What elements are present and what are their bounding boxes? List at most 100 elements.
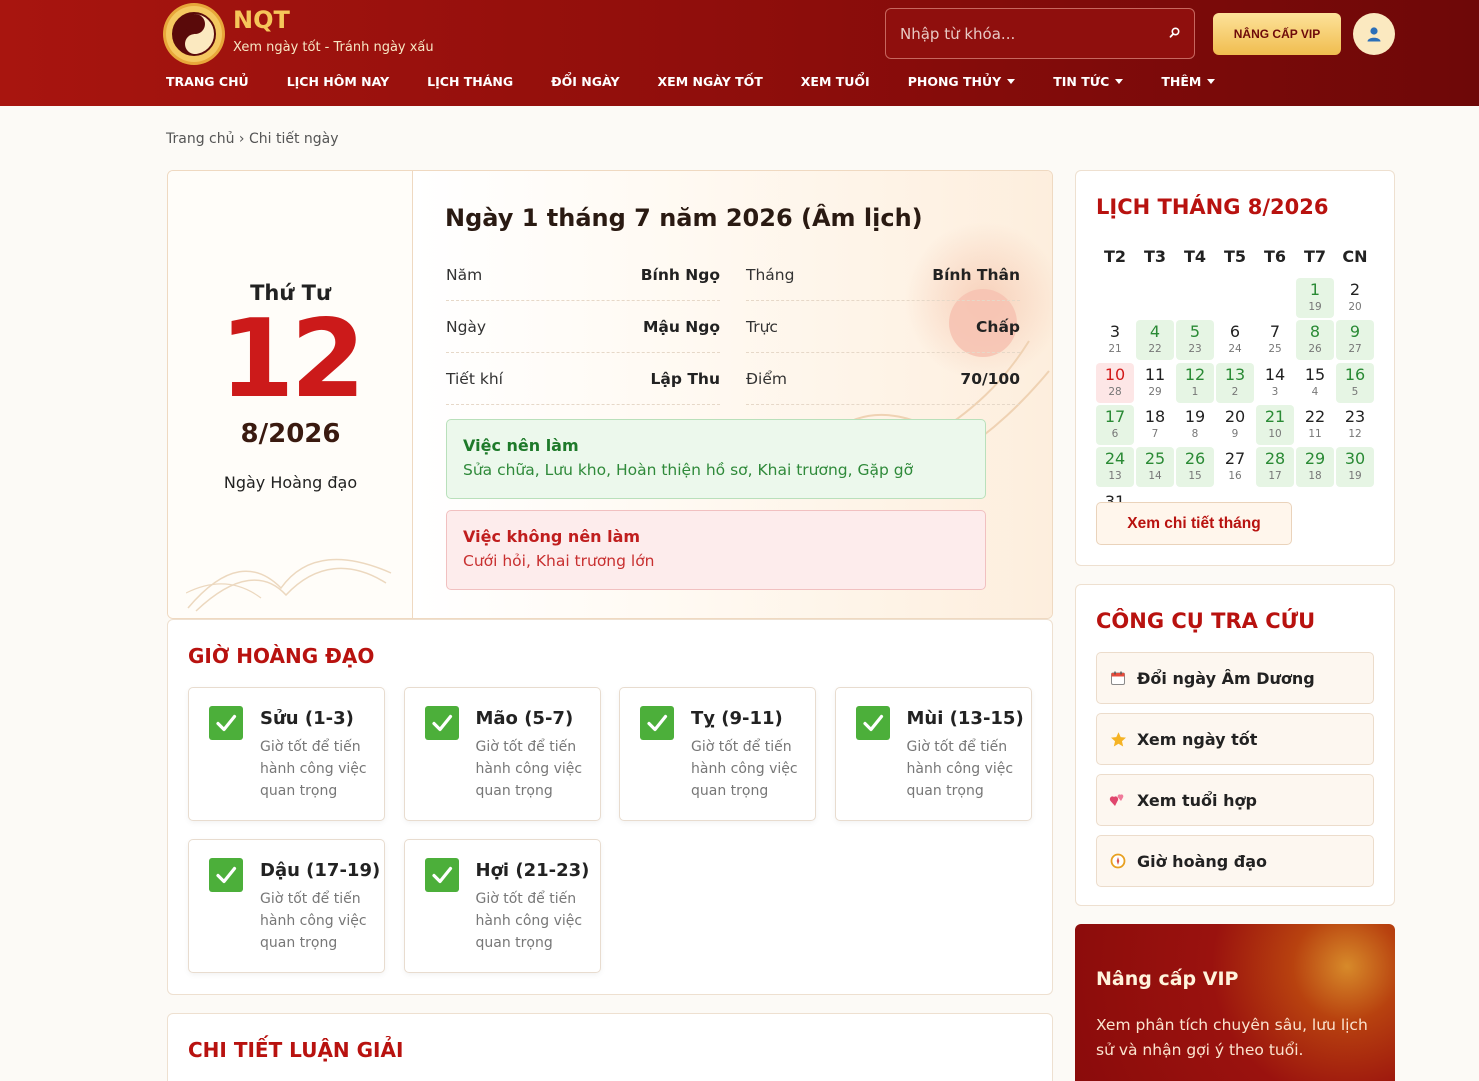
calendar-lunar-day: 24 <box>1228 343 1242 356</box>
calendar-day-number: 27 <box>1224 449 1246 469</box>
hour-description: Giờ tốt để tiến hành công việc quan trọn… <box>260 891 367 951</box>
calendar-day[interactable]: 8 26 <box>1296 320 1334 361</box>
calendar-lunar-day: 15 <box>1188 470 1202 483</box>
detail-analysis-title: CHI TIẾT LUẬN GIẢI <box>188 1038 404 1062</box>
bad-activities-text: Cưới hỏi, Khai trương lớn <box>463 552 655 570</box>
calendar-day[interactable]: 5 23 <box>1176 320 1214 361</box>
nav-item-label: XEM NGÀY TỐT <box>657 74 763 89</box>
golden-hour-tile: Tỵ (9-11) Giờ tốt để tiến hành công việc … <box>619 687 816 821</box>
calendar-icon <box>1109 669 1127 687</box>
calendar-day[interactable]: 29 18 <box>1296 447 1334 488</box>
tool-item[interactable]: Đổi ngày Âm Dương <box>1096 652 1374 704</box>
calendar-day[interactable]: 25 14 <box>1136 447 1174 488</box>
hour-description: Giờ tốt để tiến hành công việc quan trọn… <box>906 739 1014 799</box>
site-header: NQT Xem ngày tốt - Tránh ngày xấu NÂNG C… <box>0 0 1479 106</box>
calendar-day[interactable]: 3 21 <box>1096 320 1134 360</box>
calendar-day[interactable]: 2 20 <box>1336 278 1374 318</box>
tool-item[interactable]: Giờ hoàng đạo <box>1096 835 1374 887</box>
info-row: Ngày Mậu Ngọ <box>446 301 720 353</box>
calendar-lunar-day: 26 <box>1308 343 1322 356</box>
nav-item[interactable]: LỊCH THÁNG <box>427 74 513 89</box>
info-row: Tiết khí Lập Thu <box>446 353 720 405</box>
calendar-day[interactable]: 24 13 <box>1096 447 1134 488</box>
calendar-day[interactable]: 14 3 <box>1256 363 1294 403</box>
nav-item[interactable]: PHONG THỦY <box>908 74 1016 89</box>
nav-item[interactable]: THÊM <box>1161 74 1216 89</box>
nav-item[interactable]: XEM NGÀY TỐT <box>658 74 763 89</box>
calendar-day[interactable]: 11 29 <box>1136 363 1174 403</box>
calendar-day[interactable]: 4 22 <box>1136 320 1174 361</box>
nav-item[interactable]: ĐỔI NGÀY <box>551 74 619 89</box>
breadcrumb[interactable]: Trang chủ › Chi tiết ngày <box>166 131 339 147</box>
calendar-day[interactable]: 9 27 <box>1336 320 1374 361</box>
calendar-weekday-header: T2 <box>1103 247 1127 266</box>
info-row: Trực Chấp <box>746 301 1020 353</box>
nav-item-label: TRANG CHỦ <box>166 74 249 89</box>
golden-hour-tile: Dậu (17-19) Giờ tốt để tiến hành công việ… <box>188 839 385 973</box>
nav-item-label: LỊCH HÔM NAY <box>286 74 390 89</box>
calendar-lunar-day: 8 <box>1191 427 1199 440</box>
calendar-day-number: 20 <box>1224 406 1246 426</box>
calendar-lunar-day: 28 <box>1108 385 1122 398</box>
calendar-day[interactable]: 17 6 <box>1096 404 1134 445</box>
calendar-lunar-day: 19 <box>1348 470 1362 483</box>
calendar-day-number: 7 <box>1269 322 1281 342</box>
logo[interactable] <box>166 6 222 62</box>
search-input[interactable] <box>900 21 1150 47</box>
user-icon <box>1367 27 1381 42</box>
calendar-day-number: 2 <box>1349 280 1361 299</box>
calendar-lunar-day: 4 <box>1311 385 1319 398</box>
upgrade-vip-button[interactable]: NÂNG CẤP VIP <box>1213 13 1341 55</box>
nav-item[interactable]: XEM TUỔI <box>801 74 870 89</box>
calendar-day[interactable]: 28 17 <box>1256 447 1294 488</box>
view-month-detail-button[interactable]: Xem chi tiết tháng <box>1096 502 1292 545</box>
calendar-lunar-day: 21 <box>1108 343 1122 356</box>
calendar-weekday-header: T6 <box>1263 247 1287 266</box>
nav-item[interactable]: TIN TỨC <box>1053 74 1124 89</box>
month-year-label: 8/2026 <box>240 419 341 449</box>
compass-icon <box>1109 852 1127 870</box>
calendar-day[interactable]: 16 5 <box>1336 362 1374 403</box>
calendar-day[interactable]: 10 28 <box>1096 362 1134 403</box>
calendar-day[interactable]: 15 4 <box>1296 363 1334 403</box>
calendar-day[interactable]: 26 15 <box>1176 447 1214 488</box>
calendar-day[interactable]: 30 19 <box>1336 447 1374 488</box>
yin-yang-icon <box>172 12 216 56</box>
vip-promo-card[interactable]: Nâng cấp VIP Xem phân tích chuyên sâu, l… <box>1075 924 1395 1081</box>
search-icon[interactable] <box>1168 26 1182 40</box>
tool-item[interactable]: Xem ngày tốt <box>1096 713 1374 765</box>
calendar-day[interactable]: 12 1 <box>1176 362 1214 403</box>
calendar-day[interactable]: 13 2 <box>1216 362 1254 403</box>
calendar-lunar-day: 12 <box>1348 427 1362 440</box>
brand-name[interactable]: NQT <box>233 6 290 34</box>
user-avatar[interactable] <box>1353 13 1395 55</box>
calendar-day-number: 23 <box>1344 406 1366 426</box>
info-key: Tháng <box>746 265 795 284</box>
tool-item[interactable]: Xem tuổi hợp <box>1096 774 1374 826</box>
hour-description: Giờ tốt để tiến hành công việc quan trọn… <box>475 891 583 951</box>
tool-label: Xem ngày tốt <box>1137 729 1258 749</box>
calendar-day[interactable]: 22 11 <box>1296 405 1334 445</box>
golden-hour-tile: Hợi (21-23) Giờ tốt để tiến hành công việ… <box>403 839 601 973</box>
calendar-day[interactable]: 23 12 <box>1336 405 1374 445</box>
calendar-day[interactable]: 19 8 <box>1176 405 1214 445</box>
calendar-day[interactable]: 1 19 <box>1296 278 1334 318</box>
nav-item[interactable]: LỊCH HÔM NAY <box>287 74 389 89</box>
checkmark-icon <box>855 706 890 740</box>
calendar-day[interactable]: 18 7 <box>1136 405 1174 445</box>
calendar-day-number: 24 <box>1104 449 1126 469</box>
calendar-day[interactable]: 20 9 <box>1216 405 1254 445</box>
bad-activities-box: Việc không nên làm Cưới hỏi, Khai trương… <box>446 510 986 590</box>
tool-label: Giờ hoàng đạo <box>1137 851 1268 871</box>
calendar-lunar-day: 1 <box>1191 385 1199 398</box>
checkmark-icon <box>209 858 243 892</box>
calendar-day[interactable]: 6 24 <box>1216 320 1254 360</box>
calendar-day[interactable]: 21 10 <box>1256 404 1294 445</box>
info-key: Ngày <box>446 317 487 336</box>
calendar-lunar-day: 16 <box>1228 470 1242 483</box>
calendar-day[interactable]: 27 16 <box>1216 447 1254 487</box>
info-value: Lập Thu <box>650 369 720 388</box>
calendar-day[interactable]: 7 25 <box>1256 320 1294 360</box>
good-activities-text: Sửa chữa, Lưu kho, Hoàn thiện hồ sơ, Kha… <box>463 461 914 479</box>
nav-item[interactable]: TRANG CHỦ <box>166 74 249 89</box>
